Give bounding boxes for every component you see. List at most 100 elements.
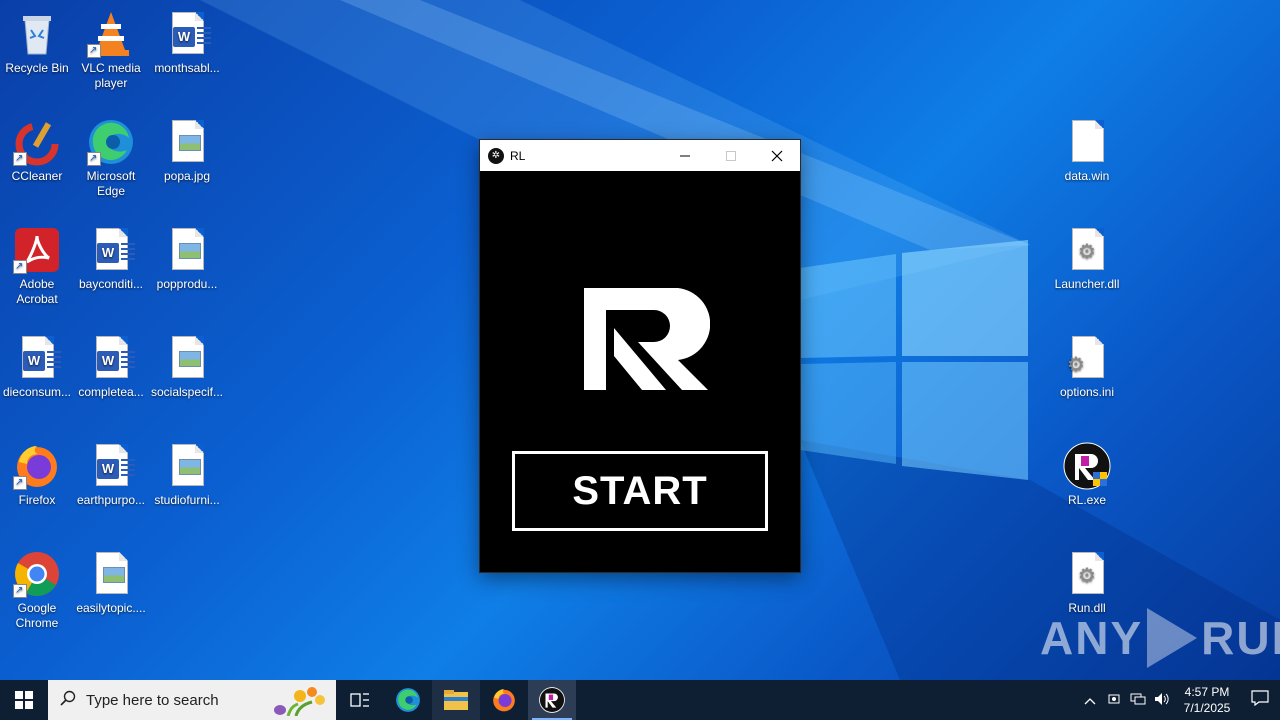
firefox-icon — [493, 689, 515, 712]
search-highlight-flowers-icon — [274, 687, 325, 716]
security-icon[interactable] — [1102, 692, 1126, 709]
search-icon — [60, 690, 78, 710]
windows-logo-wallpaper — [800, 240, 1028, 480]
window-titlebar[interactable]: ✲ RL — [480, 140, 800, 171]
rl-app-icon — [539, 687, 565, 713]
action-center-button[interactable] — [1240, 689, 1280, 711]
desktop-icon-label: Firefox — [18, 493, 56, 507]
desktop-icon-label: data.win — [1064, 169, 1110, 183]
chevron-up-icon[interactable] — [1078, 693, 1102, 708]
minimize-icon — [680, 155, 690, 156]
dll-file-icon: ⚙ — [1063, 550, 1111, 598]
desktop-icon-word-doc[interactable]: W bayconditi... — [73, 220, 149, 292]
taskbar-edge-button[interactable] — [384, 680, 432, 720]
desktop-icon-label: Microsoft Edge — [86, 169, 136, 198]
desktop-icon-word-doc[interactable]: W dieconsum... — [0, 328, 75, 400]
maximize-icon — [726, 150, 736, 161]
rl-app-window: ✲ RL START — [480, 140, 800, 572]
taskbar-firefox-button[interactable] — [480, 680, 528, 720]
desktop-icon-word-doc[interactable]: W monthsabl... — [149, 4, 225, 76]
desktop-icon-label: options.ini — [1059, 385, 1115, 399]
start-menu-button[interactable] — [0, 680, 48, 720]
edge-browser-icon — [87, 118, 135, 166]
desktop-icon-label: popprodu... — [156, 277, 218, 291]
desktop-icon-image[interactable]: easilytopic.... — [73, 544, 149, 616]
desktop-icon-image[interactable]: studiofurni... — [149, 436, 225, 508]
anyrun-watermark: ANY RUN — [1040, 608, 1280, 668]
blank-file-icon — [1063, 118, 1111, 166]
desktop-icon-launcher-dll[interactable]: ⚙ Launcher.dll — [1049, 220, 1125, 292]
desktop-icon-run-dll[interactable]: ⚙ Run.dll — [1049, 544, 1125, 616]
rl-app-icon — [1063, 442, 1111, 490]
image-file-icon — [87, 550, 135, 598]
desktop-icon-acrobat[interactable]: Adobe Acrobat — [0, 220, 75, 307]
desktop-icon-firefox[interactable]: Firefox — [0, 436, 75, 508]
windows-start-icon — [15, 691, 33, 709]
minimize-button[interactable] — [662, 140, 708, 171]
desktop-icon-options-ini[interactable]: ⚙ options.ini — [1049, 328, 1125, 400]
desktop-icon-chrome[interactable]: Google Chrome — [0, 544, 75, 631]
desktop-icon-label: Launcher.dll — [1054, 277, 1120, 291]
desktop-icon-label: completea... — [78, 385, 144, 399]
desktop-icon-label: dieconsum... — [2, 385, 72, 399]
shortcut-arrow-icon — [13, 584, 27, 598]
desktop-icon-label: earthpurpo... — [76, 493, 146, 507]
shortcut-arrow-icon — [87, 44, 101, 58]
recycle-bin-icon — [13, 10, 61, 58]
acrobat-icon — [13, 226, 61, 274]
chrome-icon — [13, 550, 61, 598]
desktop-icon-ccleaner[interactable]: CCleaner — [0, 112, 75, 184]
image-file-icon — [163, 442, 211, 490]
start-button[interactable]: START — [512, 451, 768, 531]
maximize-button — [708, 140, 754, 171]
desktop-icon-word-doc[interactable]: W completea... — [73, 328, 149, 400]
watermark-text-right: RUN — [1201, 612, 1280, 664]
watermark-text-left: ANY — [1040, 612, 1144, 664]
desktop-icon-recycle-bin[interactable]: Recycle Bin — [0, 4, 75, 76]
desktop-icon-label: monthsabl... — [154, 61, 220, 75]
word-document-icon: W — [87, 226, 135, 274]
settings-file-icon: ⚙ — [1063, 334, 1111, 382]
rl-app-icon: ✲ — [488, 147, 504, 164]
desktop-icon-label: Google Chrome — [15, 601, 59, 630]
desktop-icon-data-win[interactable]: data.win — [1049, 112, 1125, 184]
network-icon[interactable] — [1126, 692, 1150, 709]
word-document-icon: W — [13, 334, 61, 382]
taskbar-clock[interactable]: 4:57 PM 7/1/2025 — [1174, 684, 1240, 716]
desktop-icon-vlc[interactable]: VLC media player — [73, 4, 149, 91]
desktop-icon-label: CCleaner — [11, 169, 63, 183]
taskbar: Type here to search 4:57 PM 7/1/2025 — [0, 680, 1280, 720]
desktop-icon-label: Adobe Acrobat — [16, 277, 58, 306]
folder-icon — [444, 690, 468, 710]
search-placeholder: Type here to search — [86, 691, 219, 709]
desktop-icon-label: VLC media player — [81, 61, 141, 90]
volume-icon[interactable] — [1150, 692, 1174, 709]
close-button[interactable] — [754, 140, 800, 171]
desktop-icon-image[interactable]: popprodu... — [149, 220, 225, 292]
taskbar-rl-app-button[interactable] — [528, 680, 576, 720]
taskbar-file-explorer-button[interactable] — [432, 680, 480, 720]
clock-time: 4:57 PM — [1184, 685, 1230, 699]
desktop-icon-word-doc[interactable]: W earthpurpo... — [73, 436, 149, 508]
desktop-icon-image[interactable]: popa.jpg — [149, 112, 225, 184]
shortcut-arrow-icon — [87, 152, 101, 166]
desktop-icon-label: studiofurni... — [154, 493, 220, 507]
image-file-icon — [163, 226, 211, 274]
task-view-button[interactable] — [336, 680, 384, 720]
desktop-icon-label: socialspecif... — [150, 385, 224, 399]
system-tray: 4:57 PM 7/1/2025 — [1078, 680, 1280, 720]
firefox-icon — [13, 442, 61, 490]
notification-icon — [1251, 689, 1269, 706]
desktop-icon-image[interactable]: socialspecif... — [149, 328, 225, 400]
rl-logo — [584, 288, 710, 390]
task-view-icon — [350, 693, 369, 707]
desktop-icon-label: bayconditi... — [78, 277, 144, 291]
shortcut-arrow-icon — [13, 152, 27, 166]
ccleaner-icon — [13, 118, 61, 166]
desktop-icon-label: popa.jpg — [163, 169, 211, 183]
word-document-icon: W — [87, 442, 135, 490]
taskbar-search-box[interactable]: Type here to search — [48, 680, 336, 720]
vlc-cone-icon — [87, 10, 135, 58]
desktop-icon-edge[interactable]: Microsoft Edge — [73, 112, 149, 199]
desktop-icon-rl-exe[interactable]: RL.exe — [1049, 436, 1125, 508]
